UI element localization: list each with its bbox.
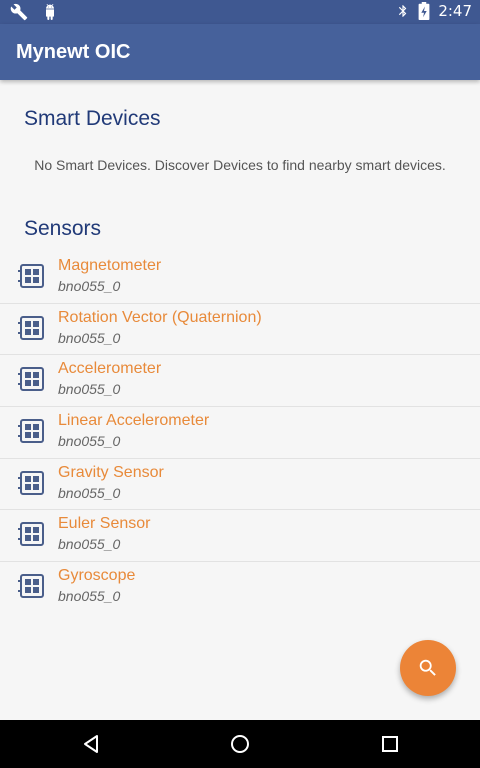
- sensor-chip-icon: [18, 314, 46, 342]
- sensor-name: Gyroscope: [58, 567, 136, 585]
- app-bar: Mynewt OIC: [0, 24, 480, 80]
- sensor-device-id: bno055_0: [58, 484, 121, 501]
- wrench-icon: [10, 3, 28, 21]
- sensor-name: Rotation Vector (Quaternion): [58, 308, 262, 326]
- sensor-list: Magnetometer bno055_0 Rotation Vector (Qua…: [0, 252, 480, 614]
- back-icon[interactable]: [79, 732, 103, 756]
- status-bar: 2:47: [0, 0, 480, 24]
- battery-charging-icon: [418, 2, 430, 20]
- sensor-name: Accelerometer: [58, 360, 162, 378]
- sensor-chip-icon: [18, 469, 46, 497]
- sensor-chip-icon: [18, 520, 46, 548]
- status-time: 2:47: [438, 2, 472, 20]
- sensor-device-id: bno055_0: [58, 329, 121, 346]
- sensor-name: Euler Sensor: [58, 515, 151, 533]
- sensor-chip-icon: [18, 365, 46, 393]
- sensor-list-item[interactable]: Accelerometer bno055_0: [0, 355, 480, 408]
- sensor-device-id: bno055_0: [58, 536, 121, 553]
- sensor-name: Linear Accelerometer: [58, 412, 210, 430]
- sensor-device-id: bno055_0: [58, 433, 121, 450]
- sensor-list-item[interactable]: Gravity Sensor bno055_0: [0, 459, 480, 511]
- sensor-list-item[interactable]: Euler Sensor bno055_0: [0, 510, 480, 563]
- status-right-icons: 2:47: [396, 2, 472, 20]
- sensor-device-id: bno055_0: [58, 381, 121, 398]
- navigation-bar: [0, 720, 480, 768]
- app-title: Mynewt OIC: [16, 41, 131, 63]
- sensor-name: Gravity Sensor: [58, 463, 164, 481]
- recents-icon[interactable]: [378, 732, 402, 756]
- discover-devices-button[interactable]: [400, 640, 456, 696]
- sensor-device-id: bno055_0: [58, 278, 121, 294]
- sensor-device-id: bno055_0: [58, 588, 121, 605]
- sensor-list-item[interactable]: Magnetometer bno055_0: [0, 252, 480, 304]
- smart-devices-heading: Smart Devices: [24, 107, 161, 130]
- search-icon: [419, 659, 436, 676]
- android-icon: [46, 4, 54, 20]
- status-left-icons: [10, 3, 58, 21]
- main-content: Smart Devices No Smart Devices. Discover…: [0, 80, 480, 720]
- bluetooth-icon: [399, 5, 407, 17]
- sensor-chip-icon: [18, 417, 46, 445]
- smart-devices-empty-message: No Smart Devices. Discover Devices to fi…: [34, 157, 446, 173]
- sensor-list-item[interactable]: Rotation Vector (Quaternion) bno055_0: [0, 304, 480, 356]
- sensors-heading: Sensors: [24, 217, 102, 240]
- home-icon[interactable]: [228, 732, 252, 756]
- sensor-list-item[interactable]: Gyroscope bno055_0: [0, 562, 480, 614]
- sensor-chip-icon: [18, 262, 46, 290]
- sensor-chip-icon: [18, 572, 46, 600]
- sensor-name: Magnetometer: [58, 257, 162, 274]
- sensor-list-item[interactable]: Linear Accelerometer bno055_0: [0, 407, 480, 459]
